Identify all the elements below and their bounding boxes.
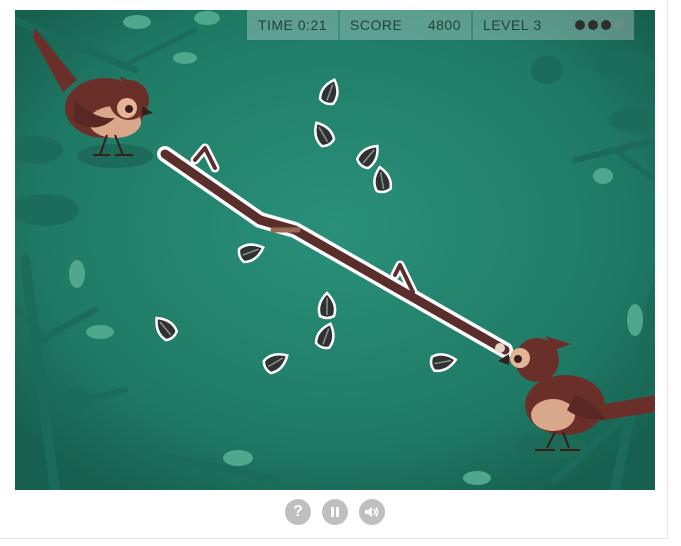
hud-level: LEVEL 3	[473, 10, 634, 40]
life-dot	[588, 20, 598, 30]
hud-bar: TIME 0:21 SCORE 4800 LEVEL 3	[247, 10, 634, 40]
life-dot	[575, 20, 585, 30]
pause-icon	[331, 507, 339, 517]
game-canvas[interactable]: TIME 0:21 SCORE 4800 LEVEL 3	[15, 10, 655, 490]
speaker-icon	[365, 507, 379, 517]
time-value: 0:21	[297, 17, 328, 33]
lives-indicator	[575, 20, 624, 30]
life-dot	[601, 20, 611, 30]
time-label: TIME	[257, 17, 294, 33]
pause-button[interactable]	[322, 499, 348, 525]
level-label: LEVEL	[483, 17, 530, 33]
game-controls: ?	[0, 499, 670, 527]
sound-button[interactable]	[359, 499, 385, 525]
game-scene	[15, 10, 655, 490]
life-dot	[614, 20, 624, 30]
score-value: 4800	[427, 17, 461, 33]
question-icon: ?	[293, 503, 303, 520]
level-value: 3	[533, 17, 542, 33]
hud-score: SCORE 4800	[340, 10, 473, 40]
hud-time: TIME 0:21	[247, 10, 340, 40]
score-label: SCORE	[350, 17, 403, 33]
bird-shadow	[512, 435, 588, 459]
help-button[interactable]: ?	[285, 499, 311, 525]
page-frame: TIME 0:21 SCORE 4800 LEVEL 3 ?	[0, 0, 668, 539]
